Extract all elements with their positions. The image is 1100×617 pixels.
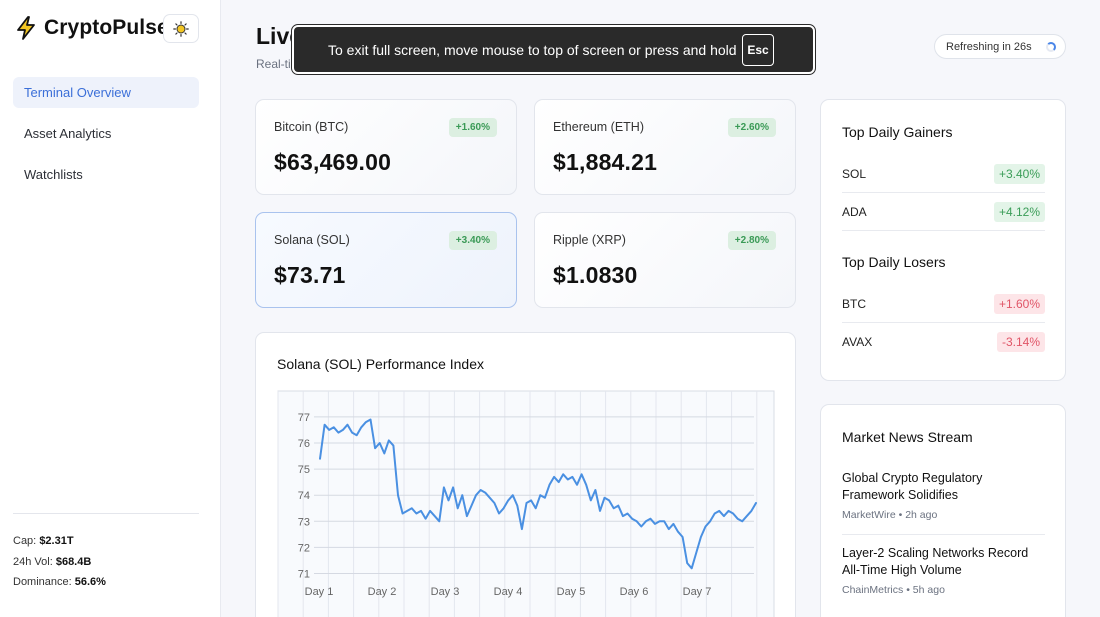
news-headline[interactable]: Layer-2 Scaling Networks Record All-Time… xyxy=(842,545,1045,579)
y-tick-label: 71 xyxy=(298,569,310,581)
divider xyxy=(842,534,1045,535)
coin-price: $1,884.21 xyxy=(553,149,658,175)
gainers-title: Top Daily Gainers xyxy=(842,124,953,140)
coin-name: Solana (SOL) xyxy=(274,233,350,247)
loser-row[interactable]: AVAX -3.14% xyxy=(842,323,1045,361)
coin-name: Ethereum (ETH) xyxy=(553,120,644,134)
coin-price: $73.71 xyxy=(274,262,346,288)
nav-item-terminal-overview[interactable]: Terminal Overview xyxy=(13,77,199,108)
nav-item-label: Watchlists xyxy=(24,167,83,182)
news-item[interactable]: Global Crypto Regulatory Framework Solid… xyxy=(842,470,1045,521)
news-panel: Market News Stream Global Crypto Regulat… xyxy=(820,404,1066,617)
esc-key-hint: Esc xyxy=(742,34,774,66)
brand[interactable]: CryptoPulse xyxy=(14,15,169,41)
volume-value: $68.4B xyxy=(55,555,92,568)
mover-change: +1.60% xyxy=(993,293,1045,314)
mover-symbol: BTC xyxy=(842,296,866,311)
mover-change: +3.40% xyxy=(993,163,1045,184)
x-tick-label: Day 1 xyxy=(305,586,334,598)
lightning-bolt-icon xyxy=(17,16,35,40)
news-headline[interactable]: Global Crypto Regulatory Framework Solid… xyxy=(842,470,1045,504)
nav-item-label: Terminal Overview xyxy=(24,85,131,100)
coin-card-btc[interactable]: Bitcoin (BTC) +1.60% $63,469.00 xyxy=(255,99,517,195)
market-cap-stat: Cap: $2.31T xyxy=(13,535,74,547)
coin-price: $63,469.00 xyxy=(274,149,392,175)
dominance-value: 56.6% xyxy=(74,576,106,588)
change-badge: +1.60% xyxy=(448,118,497,137)
y-tick-label: 76 xyxy=(298,438,310,450)
y-tick-label: 75 xyxy=(298,464,310,476)
market-stats: Cap: $2.31T 24h Vol: $68.4B Dominance: 5… xyxy=(13,513,199,593)
y-tick-label: 72 xyxy=(298,542,310,554)
volume-stat: 24h Vol: $68.4B xyxy=(13,555,92,568)
news-item[interactable]: Layer-2 Scaling Networks Record All-Time… xyxy=(842,545,1045,596)
x-tick-label: Day 6 xyxy=(620,586,649,598)
gainer-row[interactable]: SOL +3.40% xyxy=(842,155,1045,193)
page-subtitle: Real-ti xyxy=(256,57,291,71)
news-meta: MarketWire • 2h ago xyxy=(842,509,938,521)
performance-chart[interactable]: 71 72 73 74 75 76 77 Day 1 Day 2 Day 3 Day 4 Day 5 D… xyxy=(256,333,797,617)
coin-card-eth[interactable]: Ethereum (ETH) +2.60% $1,884.21 xyxy=(534,99,796,195)
sidebar-nav: Terminal Overview Asset Analytics Watchl… xyxy=(13,77,199,200)
y-tick-label: 74 xyxy=(298,490,310,502)
nav-item-label: Asset Analytics xyxy=(24,126,112,141)
divider xyxy=(842,230,1045,231)
x-tick-label: Day 5 xyxy=(557,586,586,598)
mover-symbol: AVAX xyxy=(842,335,873,349)
mover-symbol: SOL xyxy=(842,166,867,181)
coin-name: Bitcoin (BTC) xyxy=(274,120,349,134)
movers-panel: Top Daily Gainers SOL +3.40% ADA +4.12% … xyxy=(820,99,1066,381)
coin-name: Ripple (XRP) xyxy=(553,233,626,247)
refresh-label: Refreshing in 26s xyxy=(946,40,1032,53)
x-tick-label: Day 2 xyxy=(368,586,397,598)
nav-item-watchlists[interactable]: Watchlists xyxy=(13,159,199,190)
change-badge: +2.60% xyxy=(727,118,776,137)
change-badge: +2.80% xyxy=(727,231,776,250)
change-badge: +3.40% xyxy=(448,231,497,250)
performance-chart-card: Solana (SOL) Performance Index 71 72 73 74 7… xyxy=(255,332,796,617)
page-title: Live xyxy=(256,23,296,49)
coin-price: $1.0830 xyxy=(553,262,638,288)
coin-card-sol[interactable]: Solana (SOL) +3.40% $73.71 xyxy=(255,212,517,308)
y-tick-label: 77 xyxy=(298,412,310,424)
y-tick-label: 73 xyxy=(298,516,310,528)
coin-card-xrp[interactable]: Ripple (XRP) +2.80% $1.0830 xyxy=(534,212,796,308)
fullscreen-notice-text: To exit full screen, move mouse to top o… xyxy=(328,41,737,58)
news-title: Market News Stream xyxy=(842,429,973,445)
mover-change: +4.12% xyxy=(993,202,1045,222)
loser-row[interactable]: BTC +1.60% xyxy=(842,285,1045,323)
sidebar: CryptoPulse Terminal Overview Asset Anal… xyxy=(0,0,221,617)
market-cap-value: $2.31T xyxy=(39,535,74,547)
x-tick-label: Day 7 xyxy=(683,586,712,598)
x-tick-label: Day 3 xyxy=(431,586,460,598)
sun-icon xyxy=(173,20,189,37)
refresh-indicator[interactable]: Refreshing in 26s xyxy=(934,34,1066,59)
gainer-row[interactable]: ADA +4.12% xyxy=(842,193,1045,231)
mover-change: -3.14% xyxy=(996,332,1045,352)
dominance-stat: Dominance: 56.6% xyxy=(13,576,106,588)
spinner-icon xyxy=(1046,42,1056,52)
losers-title: Top Daily Losers xyxy=(842,254,946,270)
theme-toggle-button[interactable] xyxy=(163,14,199,43)
x-tick-label: Day 4 xyxy=(494,586,523,598)
brand-name: CryptoPulse xyxy=(44,16,169,39)
mover-symbol: ADA xyxy=(842,205,867,219)
news-meta: ChainMetrics • 5h ago xyxy=(842,584,945,596)
fullscreen-exit-notice: To exit full screen, move mouse to top o… xyxy=(291,24,816,75)
nav-item-asset-analytics[interactable]: Asset Analytics xyxy=(13,118,199,149)
